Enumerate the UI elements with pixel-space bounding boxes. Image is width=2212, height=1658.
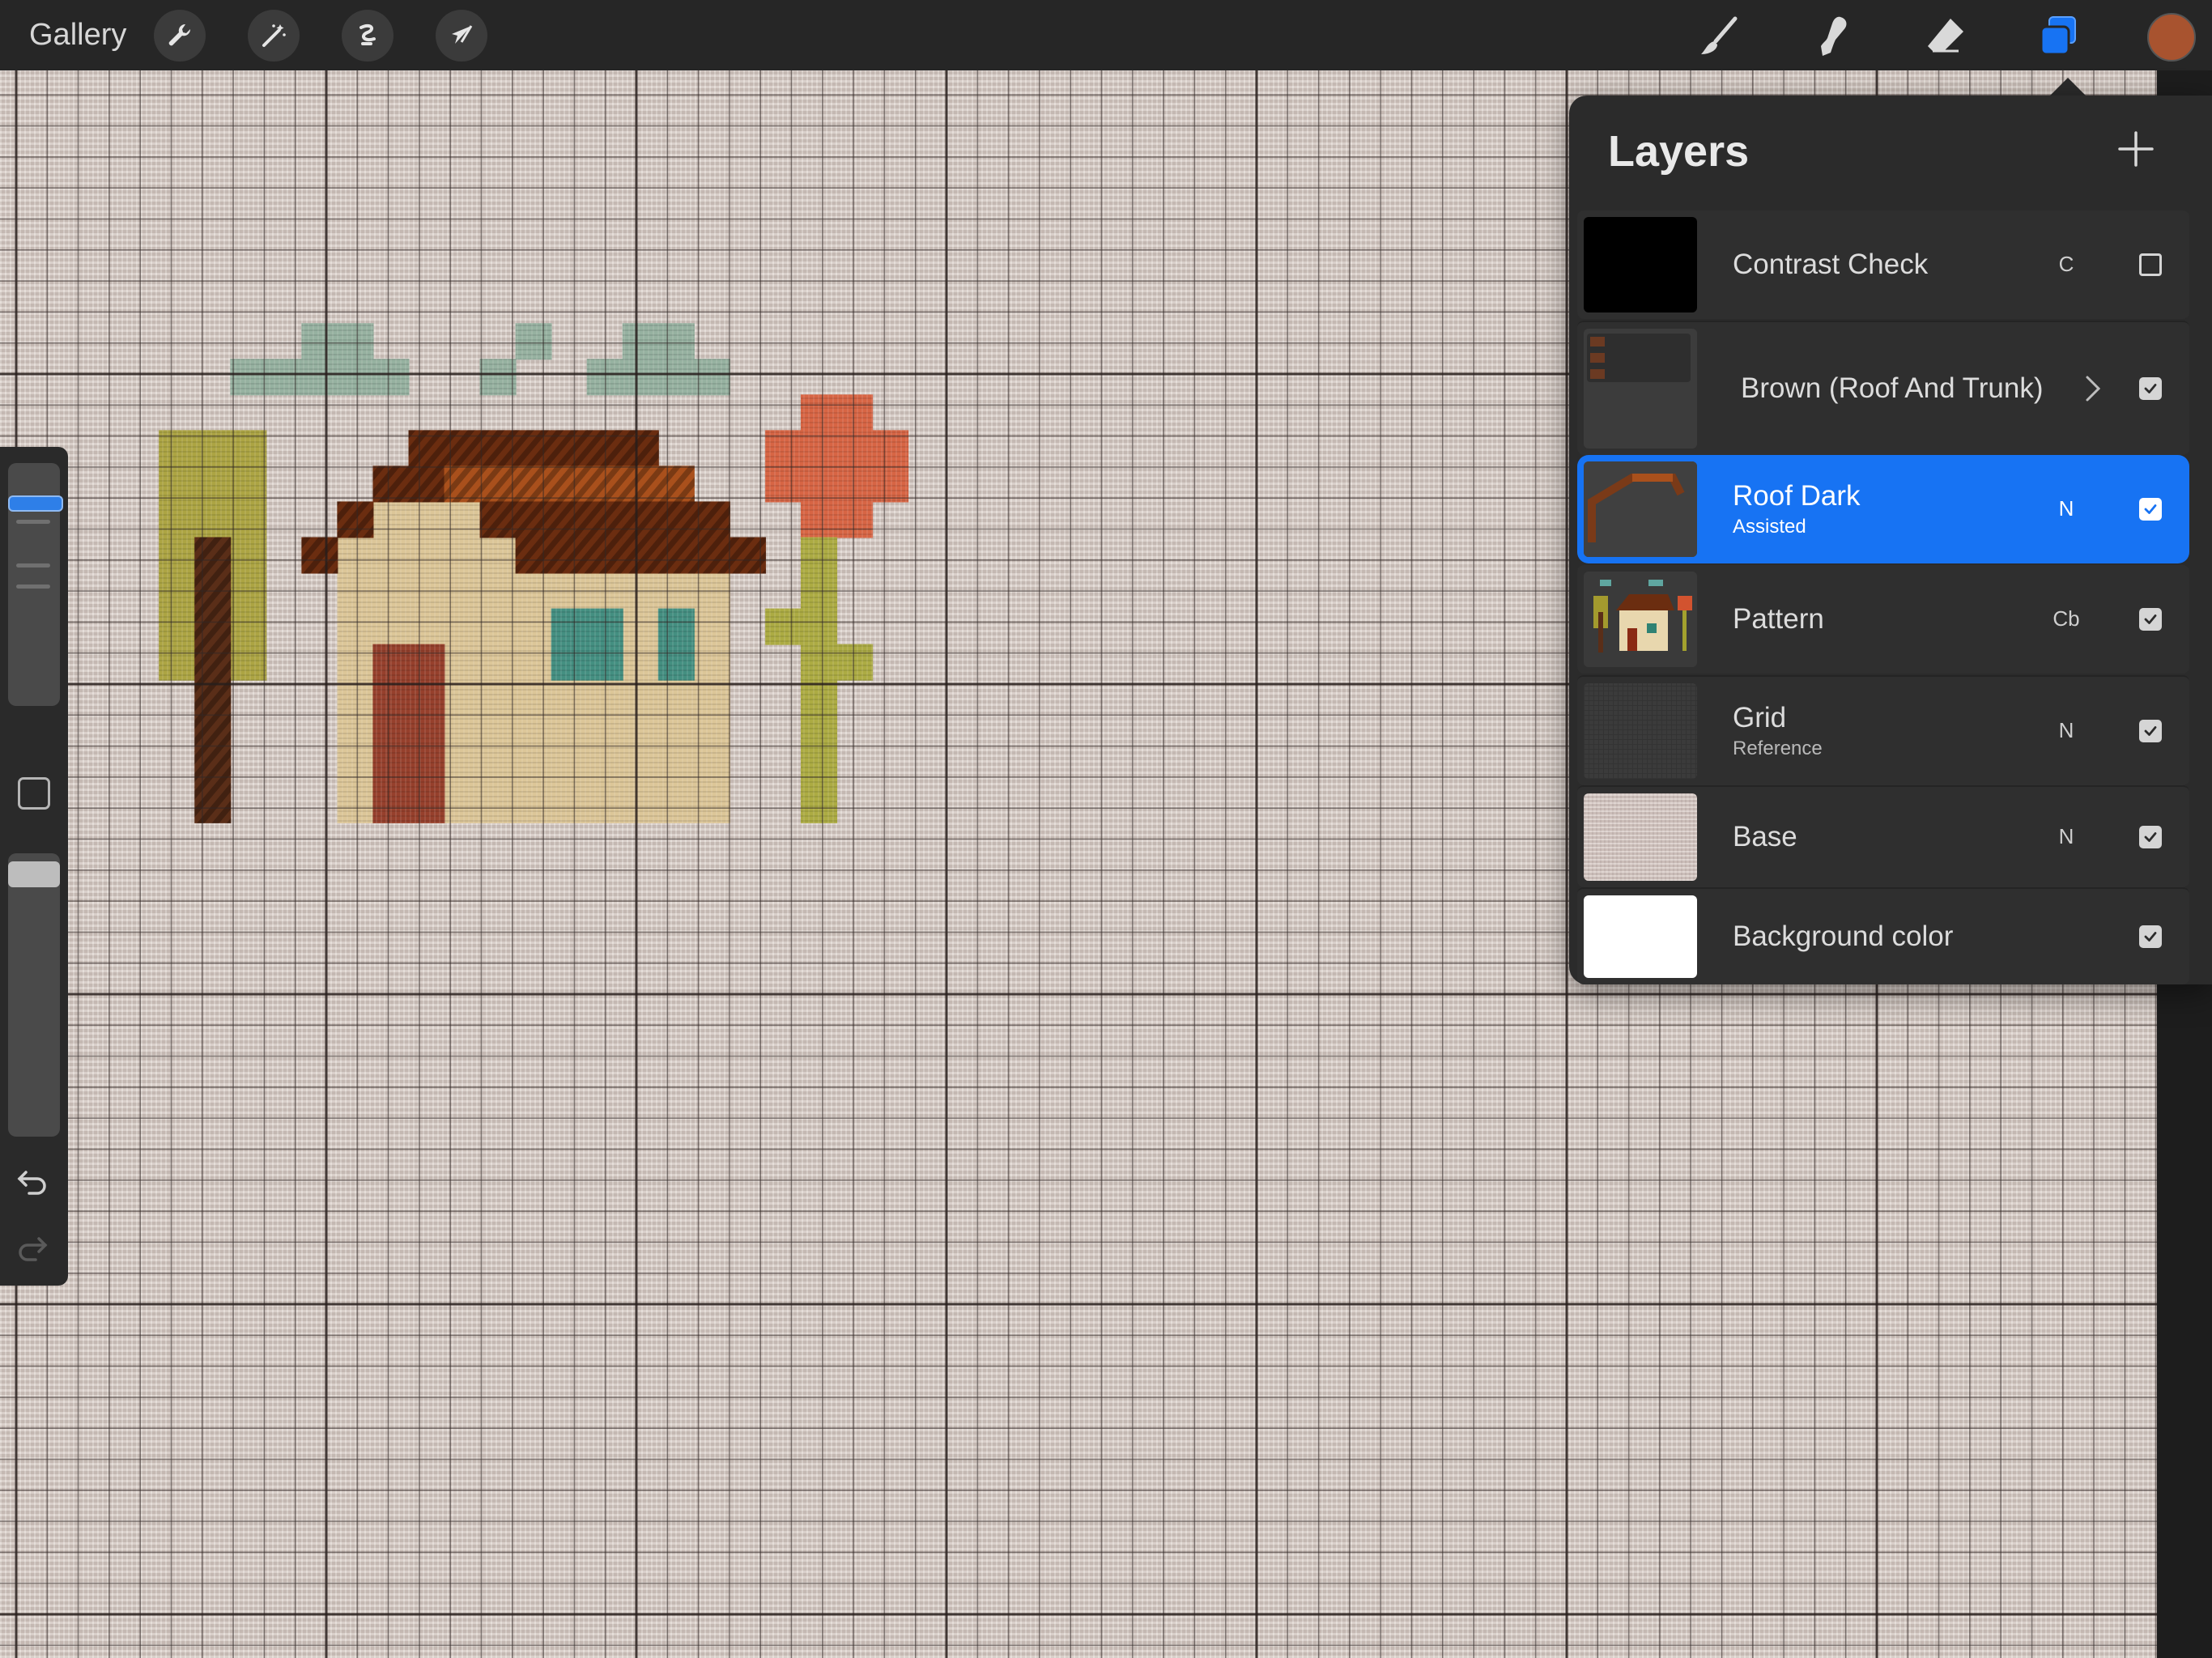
visibility-checkbox[interactable] — [2139, 608, 2162, 631]
layer-name: Grid — [1733, 702, 1787, 733]
layers-title: Layers — [1608, 127, 1750, 176]
color-swatch[interactable] — [2147, 13, 2196, 62]
layers-panel: Layers Contrast Check C Brown (Roof And Tr… — [1569, 96, 2212, 984]
layer-thumbnail[interactable] — [1584, 895, 1697, 978]
layer-thumbnail[interactable] — [1584, 793, 1697, 881]
left-sidebar — [0, 447, 68, 1286]
gallery-button[interactable]: Gallery — [29, 16, 126, 53]
blend-mode-button[interactable]: Cb — [2050, 606, 2082, 631]
visibility-checkbox[interactable] — [2139, 925, 2162, 948]
brush-size-handle[interactable] — [8, 495, 63, 512]
layer-thumbnail[interactable] — [1584, 461, 1697, 557]
slider-notch — [16, 520, 50, 524]
layer-name: Background color — [1733, 920, 1954, 952]
slider-notch — [16, 585, 50, 589]
layer-row-background-color[interactable]: Background color — [1577, 887, 2189, 984]
layer-thumbnail[interactable] — [1584, 217, 1697, 312]
brush-size-slider[interactable] — [8, 463, 63, 706]
selection-icon[interactable] — [342, 10, 393, 62]
transform-arrow-icon[interactable] — [436, 10, 487, 62]
slider-notch — [16, 563, 50, 568]
modify-button-icon[interactable] — [18, 777, 50, 810]
undo-icon[interactable] — [15, 1163, 50, 1198]
blend-mode-button[interactable]: C — [2050, 252, 2082, 277]
layer-name: Roof Dark — [1733, 480, 1861, 512]
blend-mode-button[interactable]: N — [2050, 718, 2082, 743]
visibility-checkbox[interactable] — [2139, 826, 2162, 848]
layer-name: Brown (Roof And Trunk) — [1741, 372, 2044, 404]
visibility-checkbox[interactable] — [2139, 377, 2162, 400]
layers-icon[interactable] — [2031, 8, 2087, 65]
smudge-icon[interactable] — [1804, 8, 1861, 65]
plus-icon[interactable] — [2112, 125, 2160, 173]
top-toolbar: Gallery — [0, 0, 2212, 70]
magic-wand-icon[interactable] — [248, 10, 300, 62]
layer-row-grid[interactable]: Grid Reference N — [1577, 675, 2189, 785]
brush-icon[interactable] — [1691, 8, 1747, 65]
redo-icon[interactable] — [15, 1229, 50, 1265]
panel-caret — [2048, 78, 2087, 97]
wrench-icon[interactable] — [154, 10, 206, 62]
layer-name: Base — [1733, 821, 1797, 852]
layer-row-base[interactable]: Base N — [1577, 785, 2189, 887]
blend-mode-button[interactable]: N — [2050, 824, 2082, 849]
layer-row-roof-dark[interactable]: Roof Dark Assisted N — [1577, 455, 2189, 563]
layer-row-pattern[interactable]: Pattern Cb — [1577, 565, 2189, 674]
layer-thumbnail[interactable] — [1584, 683, 1697, 779]
visibility-checkbox[interactable] — [2139, 720, 2162, 742]
visibility-checkbox[interactable] — [2139, 498, 2162, 521]
eraser-icon[interactable] — [1917, 8, 1974, 65]
opacity-handle[interactable] — [8, 861, 60, 887]
layer-row-contrast-check[interactable]: Contrast Check C — [1577, 210, 2189, 319]
layer-name: Pattern — [1733, 603, 1824, 635]
layer-subtitle: Assisted — [1733, 516, 1806, 538]
opacity-slider[interactable] — [8, 853, 60, 1137]
layer-thumbnail[interactable] — [1584, 329, 1697, 449]
visibility-checkbox[interactable] — [2139, 253, 2162, 276]
layer-thumbnail[interactable] — [1584, 572, 1697, 667]
blend-mode-button[interactable]: N — [2050, 496, 2082, 521]
layer-subtitle: Reference — [1733, 738, 1823, 759]
layer-row-brown-roof-and-trunk[interactable]: Brown (Roof And Trunk) — [1577, 321, 2189, 455]
procreate-app: Gallery Layers Contrast Check C Brown (R… — [0, 0, 2212, 1658]
layer-name: Contrast Check — [1733, 249, 1929, 280]
chevron-right-icon[interactable] — [2081, 372, 2105, 405]
